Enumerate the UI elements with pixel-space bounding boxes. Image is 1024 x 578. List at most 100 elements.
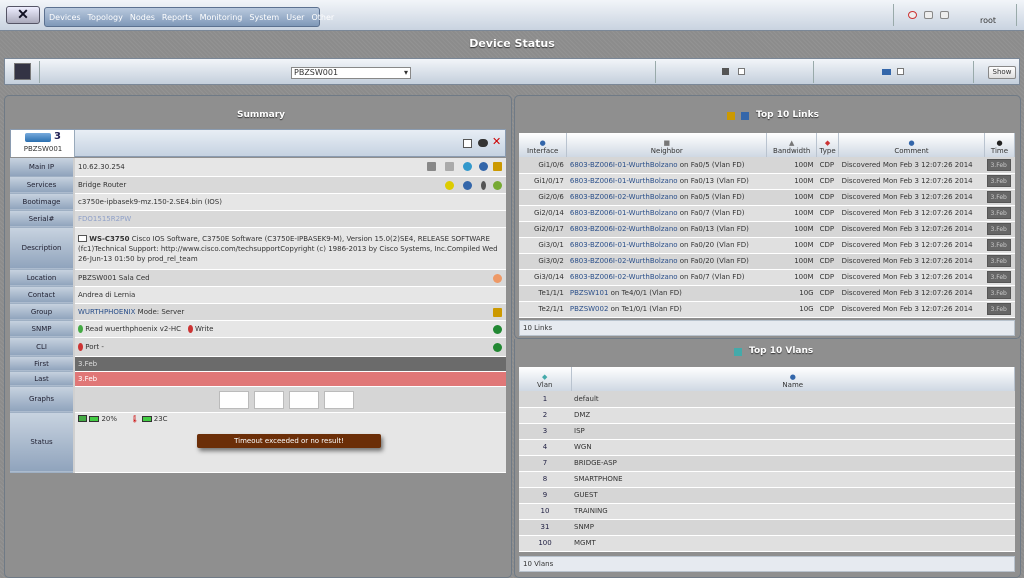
help-icon[interactable] [908,11,917,19]
link-time[interactable]: 3.Feb [984,157,1015,174]
neighbor-link[interactable]: 6803-BZ006I-01-WurthBolzano [570,209,678,217]
link-row: Gi3/0/14 6803-BZ006I-02-WurthBolzano on F… [519,269,1015,286]
label-description: Description [10,227,75,270]
network-icon [882,69,891,75]
app-logo[interactable]: ✕ [6,6,40,24]
chart-checkbox[interactable] [738,68,745,75]
username[interactable]: root [980,16,996,25]
browser-icon[interactable] [479,162,488,171]
tool-icon[interactable] [493,162,502,171]
lock-icon[interactable] [427,162,436,171]
neighbor-link[interactable]: 6803-BZ006I-01-WurthBolzano [570,161,678,169]
show-button[interactable]: Show [988,66,1016,79]
device-header: 3 PBZSW001 ✕ [10,129,506,157]
neighbor-link[interactable]: 6803-BZ006I-02-WurthBolzano [570,225,678,233]
status-light-icon[interactable] [481,180,486,190]
link-time[interactable]: 3.Feb [984,285,1015,302]
neighbor-link[interactable]: 6803-BZ006I-01-WurthBolzano [570,177,678,185]
link-interface: Gi1/0/17 [519,173,567,190]
link-time[interactable]: 3.Feb [984,301,1015,318]
snmp-world-icon[interactable] [493,324,502,334]
neighbor-link[interactable]: 6803-BZ006I-02-WurthBolzano [570,257,678,265]
link-neighbor: PBZSW002 on Te1/0/1 (Vlan FD) [566,301,767,318]
label-first: First [10,356,75,372]
vlan-id: 4 [519,439,571,456]
cli-world-icon[interactable] [493,342,502,352]
col-neighbor[interactable]: ■ Neighbor [566,133,768,157]
main-ip-value: 10.62.30.254 [74,158,506,177]
link-bandwidth: 100M [766,189,817,206]
neighbor-link[interactable]: PBZSW101 [570,289,609,297]
tag-icon[interactable] [445,180,454,190]
link-bandwidth: 100M [766,253,817,270]
links-table: ● Interface ■ Neighbor ▲ Bandwidth ◆ Type ● C… [519,133,1016,318]
label-main-ip: Main IP [10,158,75,177]
link-time[interactable]: 3.Feb [984,173,1015,190]
col-comment[interactable]: ● Comment [838,133,985,157]
snmp-value: Read wuerthphoenix v2-HC Write [74,320,506,338]
col-time[interactable]: ● Time [984,133,1016,157]
network-checkbox[interactable] [897,68,904,75]
device-icon[interactable] [14,63,31,80]
menu-other[interactable]: Other [311,13,334,22]
menu-system[interactable]: System [249,13,279,22]
link-time[interactable]: 3.Feb [984,237,1015,254]
menu-reports[interactable]: Reports [162,13,193,22]
group-tool-icon[interactable] [493,307,502,317]
vlan-row: 100 MGMT [519,535,1015,552]
device-select[interactable]: PBZSW001 [291,67,411,79]
group-link[interactable]: WURTHPHOENIX [78,308,135,316]
link-time[interactable]: 3.Feb [984,269,1015,286]
col-interface[interactable]: ● Interface [519,133,568,157]
print-icon[interactable] [924,11,933,19]
thermometer-icon: 🌡 [130,414,140,423]
edit-icon[interactable] [463,139,472,148]
col-bandwidth[interactable]: ▲ Bandwidth [766,133,818,157]
label-services: Services [10,176,75,194]
menu-topology[interactable]: Topology [88,13,123,22]
menu-monitoring[interactable]: Monitoring [200,13,243,22]
neighbor-link[interactable]: 6803-BZ006I-02-WurthBolzano [570,193,678,201]
neighbor-link[interactable]: 6803-BZ006I-02-WurthBolzano [570,273,678,281]
vlan-id: 10 [519,503,571,520]
col-name[interactable]: ● Name [571,367,1015,391]
link-time[interactable]: 3.Feb [984,253,1015,270]
map-icon[interactable] [493,273,502,283]
printer-icon[interactable] [445,162,454,171]
vlan-name: SMARTPHONE [571,471,1015,488]
label-snmp: SNMP [10,320,75,338]
menu-devices[interactable]: Devices [49,13,81,22]
link-time[interactable]: 3.Feb [984,189,1015,206]
vlan-row: 31 SNMP [519,519,1015,536]
label-bootimage: Bootimage [10,193,75,211]
link-time[interactable]: 3.Feb [984,205,1015,222]
search-icon[interactable] [463,180,472,190]
link-neighbor: 6803-BZ006I-02-WurthBolzano on Fa0/13 (V… [566,221,767,238]
delete-icon[interactable]: ✕ [492,135,501,148]
link-comment: Discovered Mon Feb 3 12:07:26 2014 [838,301,985,318]
top-bar: ✕ Devices Topology Nodes Reports Monitor… [0,0,1024,31]
col-vlan[interactable]: ◆ Vlan [519,367,572,391]
menu-nodes[interactable]: Nodes [130,13,155,22]
link-interface: Te1/1/1 [519,285,567,302]
window-icon[interactable] [940,11,949,19]
network-tree-icon[interactable] [493,180,502,190]
menu-user[interactable]: User [286,13,304,22]
neighbor-icon: ■ [663,139,671,147]
graph-button-3[interactable] [289,390,319,409]
graph-button-2[interactable] [254,390,284,409]
link-type: CDP [816,173,839,190]
vlans-footer: 10 Vlans [519,556,1015,572]
link-neighbor: 6803-BZ006I-02-WurthBolzano on Fa0/20 (V… [566,253,767,270]
gamepad-icon[interactable] [478,139,488,147]
neighbor-link[interactable]: PBZSW002 [570,305,609,313]
globe-icon[interactable] [463,162,472,171]
col-type[interactable]: ◆ Type [816,133,840,157]
neighbor-link[interactable]: 6803-BZ006I-01-WurthBolzano [570,241,678,249]
label-last: Last [10,371,75,387]
graph-button-4[interactable] [324,390,354,409]
label-status: Status [10,412,75,473]
link-time[interactable]: 3.Feb [984,221,1015,238]
device-badge[interactable]: 3 PBZSW001 [11,130,75,157]
graph-button-1[interactable] [219,390,249,409]
